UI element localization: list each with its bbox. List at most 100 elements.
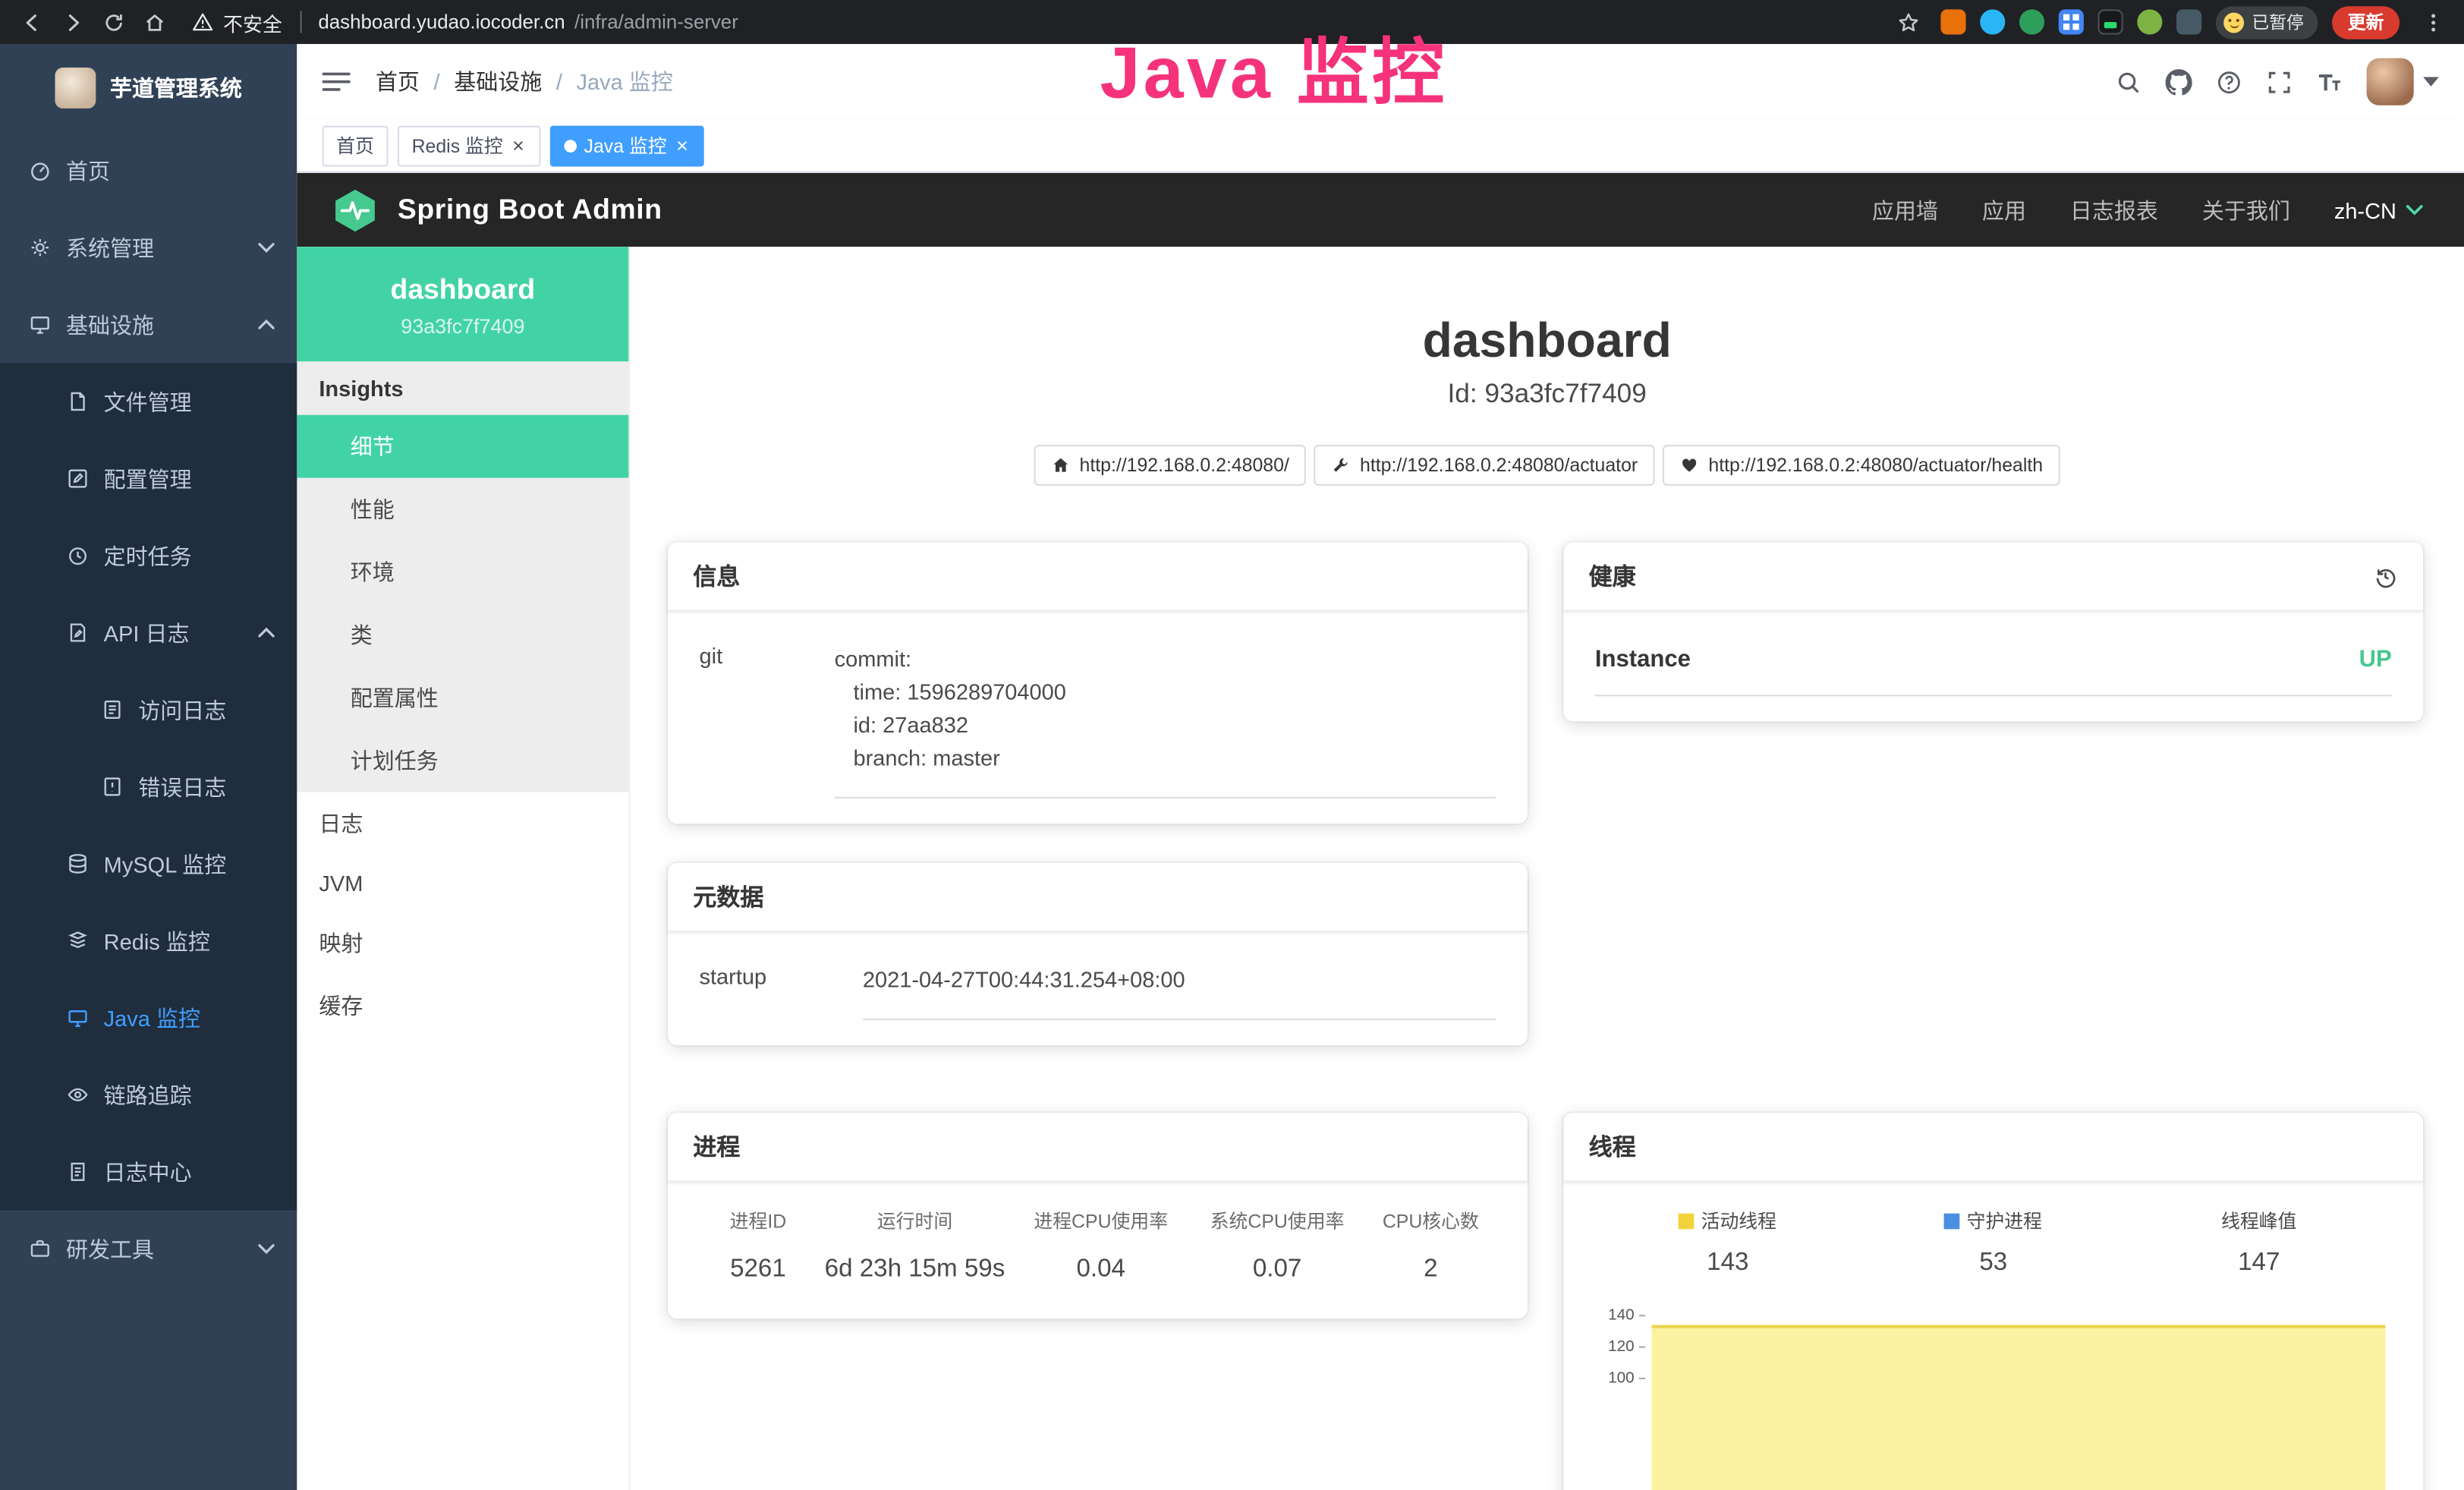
history-icon[interactable] <box>2373 563 2398 588</box>
search-icon[interactable] <box>2115 68 2141 95</box>
tab-home[interactable]: 首页 <box>323 125 389 166</box>
sidebar-item-java-monitor[interactable]: Java 监控 <box>0 979 297 1056</box>
extension-icon[interactable] <box>2098 9 2123 34</box>
sidebar-item-api-log[interactable]: API 日志 <box>0 594 297 671</box>
access-log-icon <box>101 698 124 721</box>
wrench-icon <box>1332 456 1351 475</box>
close-icon[interactable]: × <box>675 135 690 156</box>
sidebar-item-dev-tools[interactable]: 研发工具 <box>0 1211 297 1287</box>
active-threads-area <box>1651 1325 2385 1490</box>
actuator-url-button[interactable]: http://192.168.0.2:48080/actuator <box>1314 445 1655 486</box>
security-label: 不安全 <box>223 7 282 36</box>
browser-home-icon[interactable] <box>135 3 173 41</box>
spring-boot-admin-logo-icon[interactable] <box>332 186 379 233</box>
sidebar-item-tracing[interactable]: 链路追踪 <box>0 1057 297 1133</box>
sidebar-item-mysql-monitor[interactable]: MySQL 监控 <box>0 825 297 902</box>
bookmark-star-icon[interactable] <box>1889 3 1927 41</box>
chevron-up-icon <box>258 627 275 638</box>
sba-item-config-properties[interactable]: 配置属性 <box>297 666 628 729</box>
peak-threads-value: 147 <box>2126 1249 2392 1277</box>
sidebar-item-access-log[interactable]: 访问日志 <box>0 671 297 748</box>
extension-icon[interactable] <box>1980 9 2005 34</box>
sidebar-item-infra[interactable]: 基础设施 <box>0 286 297 363</box>
extension-icon[interactable] <box>2137 9 2162 34</box>
sidebar-item-scheduled-jobs[interactable]: 定时任务 <box>0 517 297 594</box>
github-icon[interactable] <box>2166 68 2192 95</box>
sba-nav-wallboard[interactable]: 应用墙 <box>1872 194 1938 225</box>
extension-icon[interactable] <box>2176 9 2201 34</box>
health-url-button[interactable]: http://192.168.0.2:48080/actuator/health <box>1663 445 2060 486</box>
infra-submenu: 文件管理 配置管理 定时任务 API 日志 <box>0 363 297 1210</box>
hamburger-icon[interactable] <box>323 68 351 96</box>
edit-icon <box>66 467 90 490</box>
profiler-paused-badge[interactable]: 已暂停 <box>2216 5 2318 38</box>
sba-item-jvm[interactable]: JVM <box>297 855 628 912</box>
sba-brand[interactable]: Spring Boot Admin <box>398 194 662 226</box>
logo-image <box>55 68 96 109</box>
extension-icon[interactable] <box>2019 9 2044 34</box>
forward-icon[interactable] <box>53 3 91 41</box>
instance-links: http://192.168.0.2:48080/ http://192.168… <box>630 445 2464 486</box>
breadcrumb-infra[interactable]: 基础设施 <box>454 66 542 97</box>
sidebar-item-file-manage[interactable]: 文件管理 <box>0 363 297 439</box>
threads-card: 线程 活动线程 143 守护进程 <box>1563 1113 2423 1490</box>
sba-item-performance[interactable]: 性能 <box>297 478 628 541</box>
process-value-cores: 2 <box>1365 1240 1496 1293</box>
sba-nav-applications[interactable]: 应用 <box>1982 194 2026 225</box>
back-icon[interactable] <box>13 3 51 41</box>
sba-item-environment[interactable]: 环境 <box>297 540 628 603</box>
sba-item-logs[interactable]: 日志 <box>297 792 628 855</box>
browser-menu-kebab-icon[interactable] <box>2414 3 2452 41</box>
address-bar[interactable]: 不安全 dashboard.yudao.iocoder.cn/infra/adm… <box>192 7 1886 36</box>
tab-redis-monitor[interactable]: Redis 监控 × <box>398 125 540 166</box>
process-value-cpu: 0.04 <box>1013 1240 1189 1293</box>
legend-label: 活动线程 <box>1701 1207 1776 1233</box>
font-size-icon[interactable] <box>2316 68 2343 95</box>
sba-body: dashboard 93a3fc7f7409 Insights 细节 性能 环境… <box>297 247 2464 1490</box>
service-url-button[interactable]: http://192.168.0.2:48080/ <box>1034 445 1306 486</box>
sba-nav-about[interactable]: 关于我们 <box>2202 194 2290 225</box>
active-threads-value: 143 <box>1595 1249 1861 1277</box>
chevron-up-icon <box>258 319 275 329</box>
sba-item-details[interactable]: 细节 <box>297 415 628 478</box>
sba-nav: 应用墙 应用 日志报表 关于我们 zh-CN <box>1872 194 2423 225</box>
sba-item-caches[interactable]: 缓存 <box>297 975 628 1038</box>
app-title: 芋道管理系统 <box>110 72 242 103</box>
breadcrumb-separator: / <box>434 69 440 94</box>
fullscreen-icon[interactable] <box>2266 68 2292 95</box>
card-header: 信息 <box>668 542 1528 611</box>
card-body: 活动线程 143 守护进程 53 线程峰值 14 <box>1563 1182 2423 1490</box>
sba-item-classes[interactable]: 类 <box>297 603 628 666</box>
extension-icon[interactable] <box>2059 9 2084 34</box>
close-icon[interactable]: × <box>511 135 526 156</box>
paused-label: 已暂停 <box>2252 9 2303 34</box>
threads-legend: 活动线程 143 守护进程 53 线程峰值 14 <box>1595 1201 2392 1277</box>
app-logo-link[interactable]: 芋道管理系统 <box>0 44 297 132</box>
help-icon[interactable] <box>2216 68 2242 95</box>
card-title: 健康 <box>1589 559 1636 592</box>
sba-item-scheduled-tasks[interactable]: 计划任务 <box>297 729 628 792</box>
sba-item-mappings[interactable]: 映射 <box>297 912 628 975</box>
sidebar-item-home[interactable]: 首页 <box>0 132 297 209</box>
admin-menu: 首页 系统管理 基础设施 文件管理 <box>0 132 297 1287</box>
sidebar-item-error-log[interactable]: 错误日志 <box>0 748 297 825</box>
y-tick: 100 <box>1608 1370 1635 1388</box>
sidebar-item-system[interactable]: 系统管理 <box>0 209 297 285</box>
user-avatar[interactable] <box>2367 58 2439 106</box>
breadcrumb-home[interactable]: 首页 <box>376 66 420 97</box>
sidebar-item-redis-monitor[interactable]: Redis 监控 <box>0 903 297 979</box>
sidebar-item-log-center[interactable]: 日志中心 <box>0 1133 297 1210</box>
card-header: 元数据 <box>668 863 1528 932</box>
extension-icon[interactable] <box>1940 9 1965 34</box>
log-icon <box>66 1160 90 1183</box>
sba-language-select[interactable]: zh-CN <box>2334 197 2423 222</box>
caret-down-icon <box>2423 77 2439 86</box>
tab-java-monitor[interactable]: Java 监控 × <box>549 125 704 166</box>
process-value-uptime: 6d 23h 15m 59s <box>817 1240 1012 1293</box>
java-monitor-icon <box>66 1006 90 1029</box>
chevron-down-icon <box>258 1243 275 1254</box>
reload-icon[interactable] <box>94 3 132 41</box>
sba-nav-journal[interactable]: 日志报表 <box>2070 194 2158 225</box>
sidebar-item-config-manage[interactable]: 配置管理 <box>0 440 297 517</box>
chrome-update-button[interactable]: 更新 <box>2332 5 2399 38</box>
